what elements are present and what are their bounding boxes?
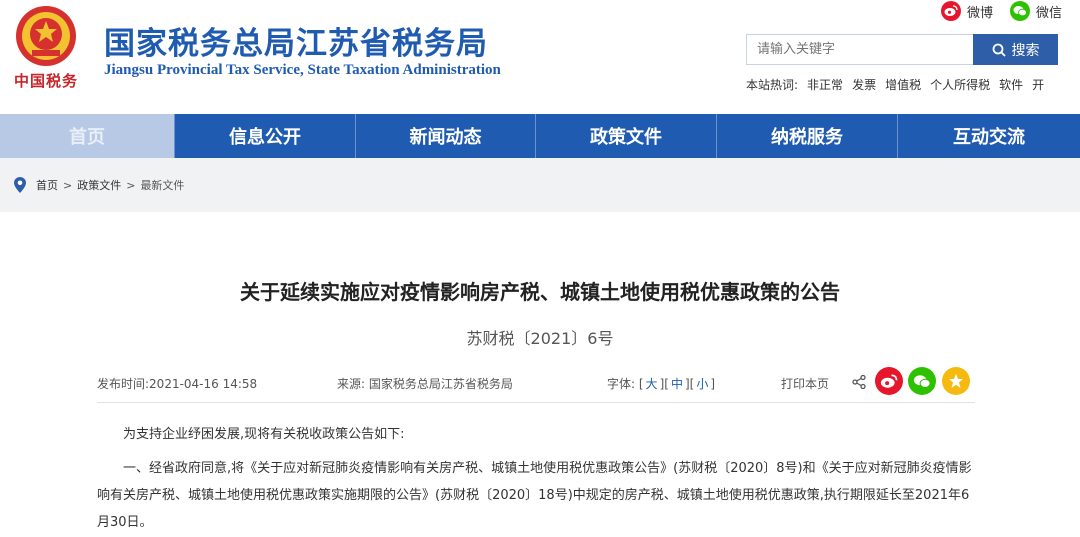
nav-item-interaction[interactable]: 互动交流: [898, 114, 1080, 158]
hot-keywords-label: 本站热词:: [746, 78, 799, 92]
font-size-large[interactable]: 大: [646, 377, 658, 391]
nav-item-home[interactable]: 首页: [0, 114, 175, 158]
wechat-icon: [1010, 1, 1030, 21]
nav-item-tax-service[interactable]: 纳税服务: [717, 114, 898, 158]
weibo-label: 微博: [967, 5, 994, 21]
emblem-caption: 中国税务: [14, 72, 79, 90]
breadcrumb: 首页 > 政策文件 > 最新文件: [14, 177, 184, 193]
document-number: 苏财税〔2021〕6号: [466, 329, 614, 348]
article-paragraph: 为支持企业纾困发展,现将有关税收政策公告如下:: [123, 427, 405, 442]
hot-keyword[interactable]: 软件: [999, 76, 1023, 93]
search-button[interactable]: 搜索: [973, 34, 1058, 65]
article-source: 来源: 国家税务总局江苏省税务局: [337, 377, 513, 391]
search-input[interactable]: [746, 34, 974, 65]
wechat-link[interactable]: 微信: [1010, 0, 1062, 22]
hot-keyword[interactable]: 开: [1032, 76, 1044, 93]
hot-keyword[interactable]: 增值税: [885, 76, 921, 93]
font-size-control: 字体: [大][中][小]: [607, 377, 716, 391]
breadcrumb-separator: >: [63, 178, 73, 192]
hot-keyword[interactable]: 发票: [852, 76, 876, 93]
hot-keyword[interactable]: 个人所得税: [930, 76, 990, 93]
site-title[interactable]: 国家税务总局江苏省税务局: [104, 18, 488, 63]
share-wechat-button[interactable]: [908, 367, 936, 395]
share-icon[interactable]: [852, 374, 866, 393]
breadcrumb-current: 最新文件: [140, 179, 185, 192]
wechat-label: 微信: [1036, 5, 1063, 21]
hot-keyword[interactable]: 非正常: [807, 76, 843, 93]
article-title: 关于延续实施应对疫情影响房产税、城镇土地使用税优惠政策的公告: [240, 280, 840, 304]
publish-time: 发布时间:2021-04-16 14:58: [97, 377, 258, 391]
wechat-icon: [913, 374, 931, 388]
tax-emblem-icon: [14, 4, 78, 68]
site-subtitle: Jiangsu Provincial Tax Service, State Ta…: [104, 62, 501, 78]
favorite-button[interactable]: [942, 367, 970, 395]
breadcrumb-home[interactable]: 首页: [36, 177, 58, 193]
font-size-label: 字体:: [607, 377, 636, 391]
main-nav: 首页 信息公开 新闻动态 政策文件 纳税服务 互动交流: [0, 114, 1080, 158]
search-icon: [992, 43, 1006, 57]
article-paragraph: 一、经省政府同意,将《关于应对新冠肺炎疫情影响有关房产税、城镇土地使用税优惠政策…: [97, 461, 972, 530]
hot-keywords: 本站热词: 非正常 发票 增值税 个人所得税 软件 开: [746, 76, 1053, 93]
print-page-link[interactable]: 打印本页: [781, 375, 829, 392]
nav-item-info-disclosure[interactable]: 信息公开: [175, 114, 356, 158]
location-pin-icon: [14, 177, 26, 193]
weibo-icon: [880, 373, 898, 388]
star-icon: [949, 374, 963, 388]
weibo-link[interactable]: 微博: [941, 0, 993, 22]
search-button-label: 搜索: [1011, 42, 1040, 59]
meta-divider: [97, 402, 975, 403]
nav-item-news[interactable]: 新闻动态: [356, 114, 536, 158]
breadcrumb-policy[interactable]: 政策文件: [77, 177, 121, 193]
breadcrumb-separator: >: [126, 178, 136, 192]
font-size-small[interactable]: 小: [696, 377, 708, 391]
nav-item-policy[interactable]: 政策文件: [536, 114, 717, 158]
font-size-medium[interactable]: 中: [671, 377, 683, 391]
share-weibo-button[interactable]: [875, 367, 903, 395]
weibo-icon: [941, 1, 961, 21]
